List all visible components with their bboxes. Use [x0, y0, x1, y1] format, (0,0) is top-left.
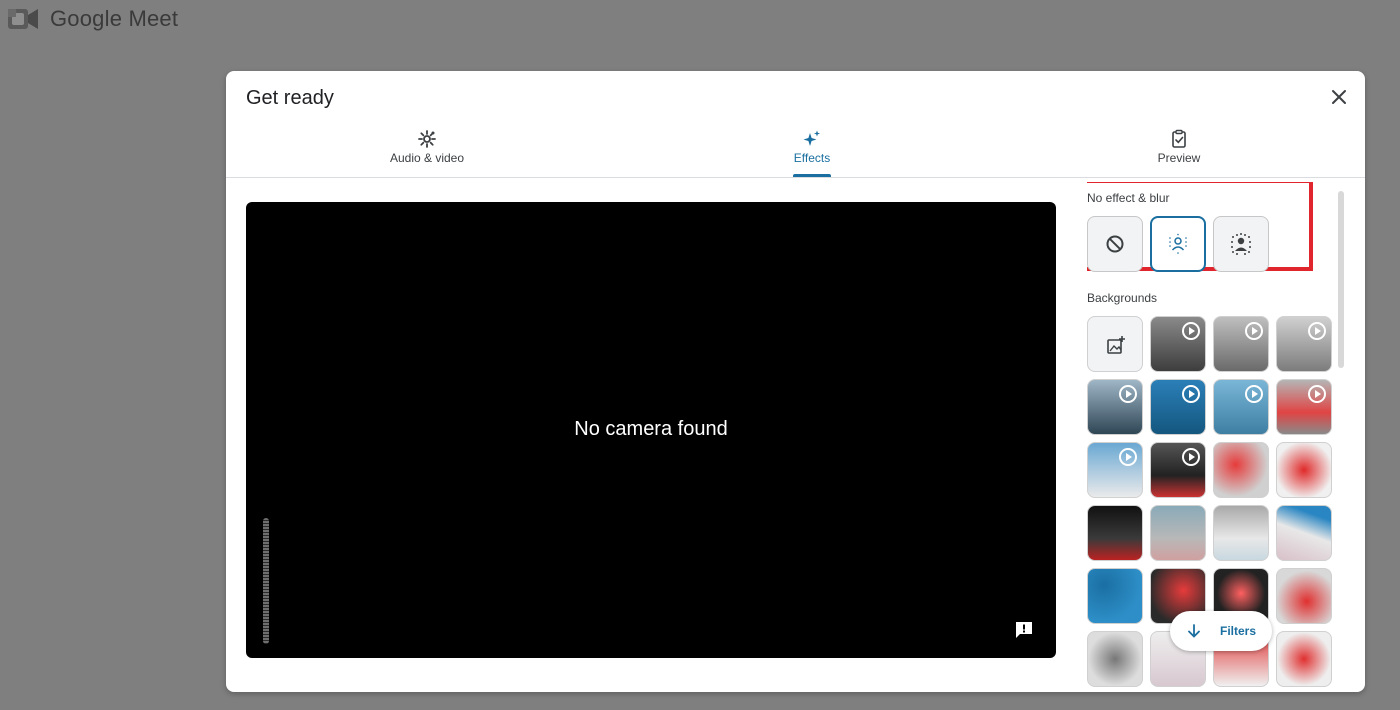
background-tile[interactable] — [1276, 631, 1332, 687]
animated-icon — [1119, 448, 1137, 466]
no-effect-icon — [1106, 235, 1124, 253]
get-ready-dialog: Get ready Audio & video Effects Preview … — [226, 71, 1365, 692]
background-tile[interactable] — [1150, 379, 1206, 435]
animated-icon — [1245, 322, 1263, 340]
animated-icon — [1182, 385, 1200, 403]
slight-blur-button[interactable] — [1150, 216, 1206, 272]
arrow-down-icon — [1188, 624, 1200, 638]
animated-icon — [1182, 322, 1200, 340]
app-title: Google Meet — [50, 6, 179, 31]
active-tab-indicator — [793, 174, 831, 177]
background-tile[interactable] — [1276, 442, 1332, 498]
background-tile[interactable] — [1213, 379, 1269, 435]
close-button[interactable] — [1327, 85, 1351, 109]
add-image-icon — [1107, 336, 1125, 354]
background-tile[interactable] — [1150, 505, 1206, 561]
animated-icon — [1245, 385, 1263, 403]
tab-preview[interactable]: Preview — [1079, 125, 1279, 177]
background-tile[interactable] — [1087, 568, 1143, 624]
background-tile[interactable] — [1150, 316, 1206, 372]
filters-label: Filters — [1219, 624, 1256, 638]
tab-effects-label: Effects — [793, 151, 831, 165]
background-tile[interactable] — [1213, 316, 1269, 372]
background-tile[interactable] — [1276, 379, 1332, 435]
app-header: Google Meet — [6, 5, 178, 33]
sparkle-icon — [803, 130, 820, 146]
background-tile[interactable] — [1276, 316, 1332, 372]
no-effect-section-label: No effect & blur — [1087, 191, 1170, 205]
no-camera-message: No camera found — [574, 418, 728, 440]
blur-background-button[interactable] — [1213, 216, 1269, 272]
background-tile[interactable] — [1213, 442, 1269, 498]
feedback-icon — [1016, 622, 1032, 638]
tab-preview-label: Preview — [1157, 151, 1201, 165]
upload-background-button[interactable] — [1087, 316, 1143, 372]
background-tile[interactable] — [1087, 379, 1143, 435]
filters-button[interactable]: Filters — [1170, 611, 1272, 651]
animated-icon — [1119, 385, 1137, 403]
background-tile[interactable] — [1150, 442, 1206, 498]
slight-blur-icon — [1169, 233, 1187, 254]
animated-icon — [1308, 385, 1326, 403]
video-preview: No camera found — [246, 202, 1056, 658]
tab-bar: Audio & video Effects Preview — [226, 125, 1365, 178]
background-tile[interactable] — [1276, 568, 1332, 624]
tab-effects[interactable]: Effects — [712, 125, 912, 177]
backgrounds-section-label: Backgrounds — [1087, 291, 1158, 305]
background-tile[interactable] — [1087, 442, 1143, 498]
animated-icon — [1182, 448, 1200, 466]
blur-background-icon — [1231, 233, 1251, 255]
tab-audio-video[interactable]: Audio & video — [326, 125, 528, 177]
tab-audio-video-label: Audio & video — [389, 151, 465, 165]
background-tile[interactable] — [1087, 505, 1143, 561]
animated-icon — [1308, 322, 1326, 340]
close-icon — [1332, 90, 1346, 104]
gear-icon — [418, 130, 436, 148]
dialog-title: Get ready — [246, 87, 334, 109]
no-effect-button[interactable] — [1087, 216, 1143, 272]
mic-level-meter — [263, 518, 269, 644]
clipboard-check-icon — [1172, 129, 1186, 148]
meet-logo-icon — [8, 9, 38, 29]
background-tile[interactable] — [1213, 505, 1269, 561]
effects-scrollbar[interactable] — [1338, 191, 1344, 368]
background-tile[interactable] — [1276, 505, 1332, 561]
feedback-button[interactable] — [1014, 620, 1034, 640]
background-tile[interactable] — [1087, 631, 1143, 687]
